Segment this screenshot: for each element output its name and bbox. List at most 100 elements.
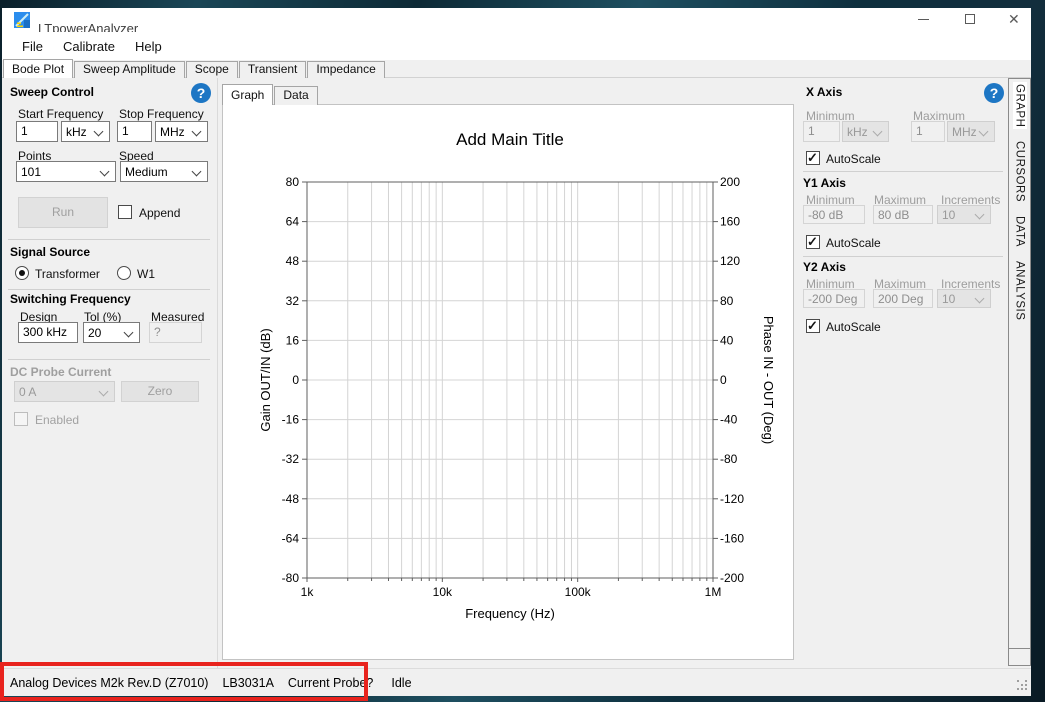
stop-frequency-label: Stop Frequency [119, 107, 204, 121]
svg-text:-32: -32 [282, 452, 300, 466]
y1-autoscale-checkbox[interactable] [806, 235, 820, 249]
resize-grip[interactable] [1017, 680, 1029, 692]
enabled-checkbox [14, 412, 28, 426]
desktop-background: LTpowerAnalyzer ✕ File Calibrate Help Bo… [0, 0, 1045, 702]
svg-text:-160: -160 [720, 531, 744, 545]
y2-autoscale-checkbox[interactable] [806, 319, 820, 333]
maximize-button[interactable] [955, 10, 985, 30]
close-button[interactable]: ✕ [1000, 10, 1030, 30]
svg-text:64: 64 [286, 215, 300, 229]
svg-text:Gain OUT/IN (dB): Gain OUT/IN (dB) [258, 328, 273, 431]
dropdown-arrow-icon [873, 127, 883, 137]
enabled-label: Enabled [35, 413, 79, 427]
w1-radio[interactable] [117, 266, 131, 280]
svg-text:200: 200 [720, 175, 740, 189]
x-maximum-input: 1 [911, 121, 945, 142]
start-frequency-input[interactable]: 1 [16, 121, 58, 142]
append-label: Append [139, 206, 180, 220]
x-maximum-unit-select: MHz [947, 121, 995, 142]
x-axis-heading: X Axis [806, 85, 842, 99]
y2-increments-select: 10 [937, 289, 991, 308]
y2-minimum-input: -200 Deg [803, 289, 865, 308]
side-tab-cursors[interactable]: CURSORS [1013, 139, 1027, 204]
menu-help[interactable]: Help [125, 35, 172, 58]
section-divider [803, 256, 1003, 257]
transformer-radio[interactable] [15, 266, 29, 280]
dropdown-arrow-icon [192, 127, 202, 137]
y2-autoscale-label: AutoScale [826, 320, 881, 334]
tab-graph[interactable]: Graph [222, 84, 273, 105]
svg-text:16: 16 [286, 333, 300, 347]
side-tab-data[interactable]: DATA [1013, 214, 1027, 249]
app-logo-icon [14, 12, 30, 28]
signal-source-heading: Signal Source [10, 245, 90, 259]
side-tab-analysis[interactable]: ANALYSIS [1013, 259, 1027, 322]
svg-text:32: 32 [286, 294, 300, 308]
tab-bode-plot[interactable]: Bode Plot [3, 59, 73, 78]
run-button[interactable]: Run [18, 197, 108, 228]
dc-probe-heading: DC Probe Current [10, 365, 111, 379]
zero-button: Zero [121, 381, 199, 402]
svg-text:1M: 1M [705, 585, 722, 599]
svg-text:80: 80 [286, 175, 300, 189]
speed-select[interactable]: Medium [120, 161, 208, 182]
dropdown-arrow-icon [975, 294, 985, 304]
dropdown-arrow-icon [979, 127, 989, 137]
close-icon: ✕ [1008, 11, 1020, 28]
svg-text:-16: -16 [282, 413, 300, 427]
w1-label: W1 [137, 267, 155, 281]
svg-text:-40: -40 [720, 413, 738, 427]
minimize-icon [918, 19, 929, 20]
append-checkbox[interactable] [118, 205, 132, 219]
dropdown-arrow-icon [124, 328, 134, 338]
points-select[interactable]: 101 [16, 161, 116, 182]
stop-frequency-unit-select[interactable]: MHz [155, 121, 208, 142]
design-input[interactable]: 300 kHz [18, 322, 78, 343]
svg-text:-64: -64 [282, 531, 300, 545]
dropdown-arrow-icon [99, 387, 109, 397]
tab-impedance[interactable]: Impedance [307, 61, 384, 78]
status-state: Idle [391, 676, 411, 690]
title-bar: LTpowerAnalyzer [2, 8, 1031, 32]
side-tab-strip-end [1008, 648, 1031, 666]
main-tab-strip: Bode Plot Sweep Amplitude Scope Transien… [3, 59, 386, 78]
menu-calibrate[interactable]: Calibrate [53, 35, 125, 58]
tab-data[interactable]: Data [274, 86, 317, 105]
minimize-button[interactable] [908, 10, 938, 30]
side-tab-graph[interactable]: GRAPH [1013, 82, 1027, 129]
y2-axis-heading: Y2 Axis [803, 260, 846, 274]
bode-chart-svg: 8020064160481203280164000-16-40-32-80-48… [223, 105, 793, 659]
sweep-help-icon[interactable] [191, 83, 211, 103]
x-autoscale-label: AutoScale [826, 152, 881, 166]
svg-text:-48: -48 [282, 492, 300, 506]
tab-transient[interactable]: Transient [239, 61, 307, 78]
tab-scope[interactable]: Scope [186, 61, 238, 78]
x-autoscale-checkbox[interactable] [806, 151, 820, 165]
dc-probe-current-select: 0 A [14, 381, 115, 402]
status-probe: Current Probe? [288, 676, 373, 690]
start-frequency-unit-select[interactable]: kHz [61, 121, 110, 142]
y1-minimum-input: -80 dB [803, 205, 865, 224]
svg-text:Frequency (Hz): Frequency (Hz) [465, 606, 555, 621]
svg-text:80: 80 [720, 294, 734, 308]
menu-file[interactable]: File [12, 35, 53, 58]
maximize-icon [965, 14, 975, 24]
start-frequency-label: Start Frequency [18, 107, 103, 121]
y1-autoscale-label: AutoScale [826, 236, 881, 250]
y1-axis-heading: Y1 Axis [803, 176, 846, 190]
dropdown-arrow-icon [94, 127, 104, 137]
svg-text:0: 0 [720, 373, 727, 387]
graph-canvas: 8020064160481203280164000-16-40-32-80-48… [222, 104, 794, 660]
y1-increments-select: 10 [937, 205, 991, 224]
svg-text:120: 120 [720, 254, 740, 268]
stop-frequency-input[interactable]: 1 [117, 121, 152, 142]
svg-text:-120: -120 [720, 492, 744, 506]
axes-help-icon[interactable] [984, 83, 1004, 103]
transformer-label: Transformer [35, 267, 100, 281]
section-divider [8, 239, 210, 240]
svg-text:160: 160 [720, 215, 740, 229]
left-panel-divider [217, 78, 218, 668]
svg-text:10k: 10k [433, 585, 453, 599]
tab-sweep-amplitude[interactable]: Sweep Amplitude [74, 61, 185, 78]
tol-select[interactable]: 20 [83, 322, 140, 343]
